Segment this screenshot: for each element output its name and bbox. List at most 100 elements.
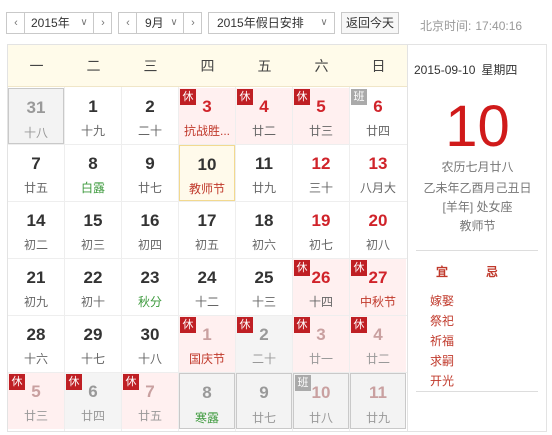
day-number: 18 — [254, 211, 274, 230]
prev-month-icon[interactable]: ‹ — [121, 13, 135, 33]
lunar-label: 抗战胜... — [183, 124, 230, 138]
day-cell[interactable]: 10 教师节 — [179, 145, 235, 201]
day-cell[interactable]: 休 3 廿一 — [293, 316, 349, 372]
day-cell[interactable]: 休 7 廿五 — [122, 373, 178, 429]
day-cell[interactable]: 20 初八 — [350, 202, 406, 258]
lunar-label: 二十 — [137, 124, 162, 138]
lunar-label: 廿五 — [23, 181, 48, 195]
day-cell[interactable]: 班 6 廿四 — [350, 88, 406, 144]
lunar-label: 廿九 — [365, 411, 390, 425]
lunar-label: 初九 — [23, 295, 48, 309]
day-cell[interactable]: 16 初四 — [122, 202, 178, 258]
day-cell[interactable]: 班 10 廿八 — [293, 373, 349, 429]
calendar-grid: 一二三四五六日 31 十八 1 十九 2 二十休 3 抗战胜... 休 4 廿二休 5 廿三班 6 廿四 7 廿五… — [8, 45, 407, 431]
day-cell[interactable]: 1 十九 — [65, 88, 121, 144]
day-number: 14 — [26, 211, 46, 230]
day-cell[interactable]: 8 白露 — [65, 145, 121, 201]
day-number: 5 — [316, 97, 326, 116]
day-cell[interactable]: 15 初三 — [65, 202, 121, 258]
lunar-label: 初四 — [137, 238, 162, 252]
day-number: 17 — [197, 211, 217, 230]
month-value: 9月 — [145, 16, 164, 30]
yi-item: 求嗣 — [430, 354, 455, 368]
day-cell[interactable]: 13 八月大 — [350, 145, 406, 201]
day-cell[interactable]: 14 初二 — [8, 202, 64, 258]
day-number: 30 — [140, 325, 160, 344]
day-number: 22 — [83, 268, 103, 287]
chevron-down-icon[interactable]: ∨ — [167, 13, 181, 33]
lunar-label: 十七 — [80, 352, 105, 366]
lunar-label: 廿三 — [308, 124, 333, 138]
day-cell[interactable]: 休 3 抗战胜... — [179, 88, 235, 144]
day-cell[interactable]: 31 十八 — [8, 88, 64, 144]
day-cell[interactable]: 9 廿七 — [236, 373, 292, 429]
day-cell[interactable]: 7 廿五 — [8, 145, 64, 201]
day-cell[interactable]: 休 6 廿四 — [65, 373, 121, 429]
lunar-label: 廿一 — [308, 352, 333, 366]
next-year-icon[interactable]: › — [96, 13, 110, 33]
day-cell[interactable]: 9 廿七 — [122, 145, 178, 201]
day-cell[interactable]: 19 初七 — [293, 202, 349, 258]
year-selector[interactable]: ‹ 2015年 ∨ › — [6, 12, 112, 34]
day-cell[interactable]: 休 2 二十 — [236, 316, 292, 372]
day-number: 8 — [202, 383, 212, 402]
next-month-icon[interactable]: › — [186, 13, 200, 33]
day-cell[interactable]: 28 十六 — [8, 316, 64, 372]
yi-item: 祈福 — [430, 334, 455, 348]
day-detail-panel: 2015-09-10 星期四 10 农历七月廿八 乙未年乙酉月己丑日 [羊年] 处… — [407, 45, 546, 431]
day-cell[interactable]: 24 十二 — [179, 259, 235, 315]
day-cell[interactable]: 21 初九 — [8, 259, 64, 315]
lunar-label: 三十 — [308, 181, 333, 195]
lunar-label: 教师节 — [188, 182, 225, 196]
day-number: 28 — [26, 325, 46, 344]
day-cell[interactable]: 22 初十 — [65, 259, 121, 315]
day-number: 6 — [373, 97, 383, 116]
day-cell[interactable]: 17 初五 — [179, 202, 235, 258]
prev-year-icon[interactable]: ‹ — [9, 13, 23, 33]
day-number: 6 — [88, 382, 98, 401]
day-cell[interactable]: 23 秋分 — [122, 259, 178, 315]
day-cell[interactable]: 休 1 国庆节 — [179, 316, 235, 372]
day-cell[interactable]: 休 5 廿三 — [293, 88, 349, 144]
day-cell[interactable]: 25 十三 — [236, 259, 292, 315]
clock-label: 北京时间: — [420, 19, 472, 33]
month-selector[interactable]: ‹ 9月 ∨ › — [118, 12, 202, 34]
chevron-down-icon[interactable]: ∨ — [317, 13, 331, 33]
ganzhi-date: 乙未年乙酉月己丑日 — [423, 181, 532, 195]
day-cell[interactable]: 2 二十 — [122, 88, 178, 144]
lunar-label: 廿二 — [251, 124, 276, 138]
day-cell[interactable]: 18 初六 — [236, 202, 292, 258]
day-number: 3 — [202, 97, 212, 116]
day-number: 7 — [145, 382, 155, 401]
chevron-down-icon[interactable]: ∨ — [77, 13, 91, 33]
day-cell[interactable]: 休 27 中秋节 — [350, 259, 406, 315]
lunar-label: 八月大 — [359, 181, 396, 195]
weekday-header: 二 — [65, 45, 122, 87]
back-to-today-button[interactable]: 返回今天 — [341, 12, 399, 34]
lunar-label: 廿四 — [80, 409, 105, 423]
day-number: 13 — [368, 154, 388, 173]
day-cell[interactable]: 11 廿九 — [236, 145, 292, 201]
day-cell[interactable]: 休 4 廿二 — [350, 316, 406, 372]
holiday-selector[interactable]: 2015年假日安排 ∨ — [208, 12, 335, 34]
day-cell[interactable]: 12 三十 — [293, 145, 349, 201]
day-number: 10 — [311, 383, 331, 402]
divider — [416, 391, 538, 392]
lunar-label: 初八 — [365, 238, 390, 252]
lunar-label: 廿四 — [365, 124, 390, 138]
day-cell[interactable]: 休 4 廿二 — [236, 88, 292, 144]
yi-heading: 宜 — [436, 265, 449, 279]
lunar-label: 廿九 — [251, 181, 276, 195]
day-cell[interactable]: 休 5 廿三 — [8, 373, 64, 429]
day-cell[interactable]: 30 十八 — [122, 316, 178, 372]
day-number: 20 — [368, 211, 388, 230]
day-cell[interactable]: 8 寒露 — [179, 373, 235, 429]
day-cell[interactable]: 11 廿九 — [350, 373, 406, 429]
lunar-label: 十六 — [23, 352, 48, 366]
day-number: 23 — [140, 268, 160, 287]
day-cell[interactable]: 29 十七 — [65, 316, 121, 372]
day-cell[interactable]: 休 26 十四 — [293, 259, 349, 315]
day-number: 1 — [88, 97, 98, 116]
lunar-label: 寒露 — [194, 411, 219, 425]
lunar-label: 十三 — [251, 295, 276, 309]
